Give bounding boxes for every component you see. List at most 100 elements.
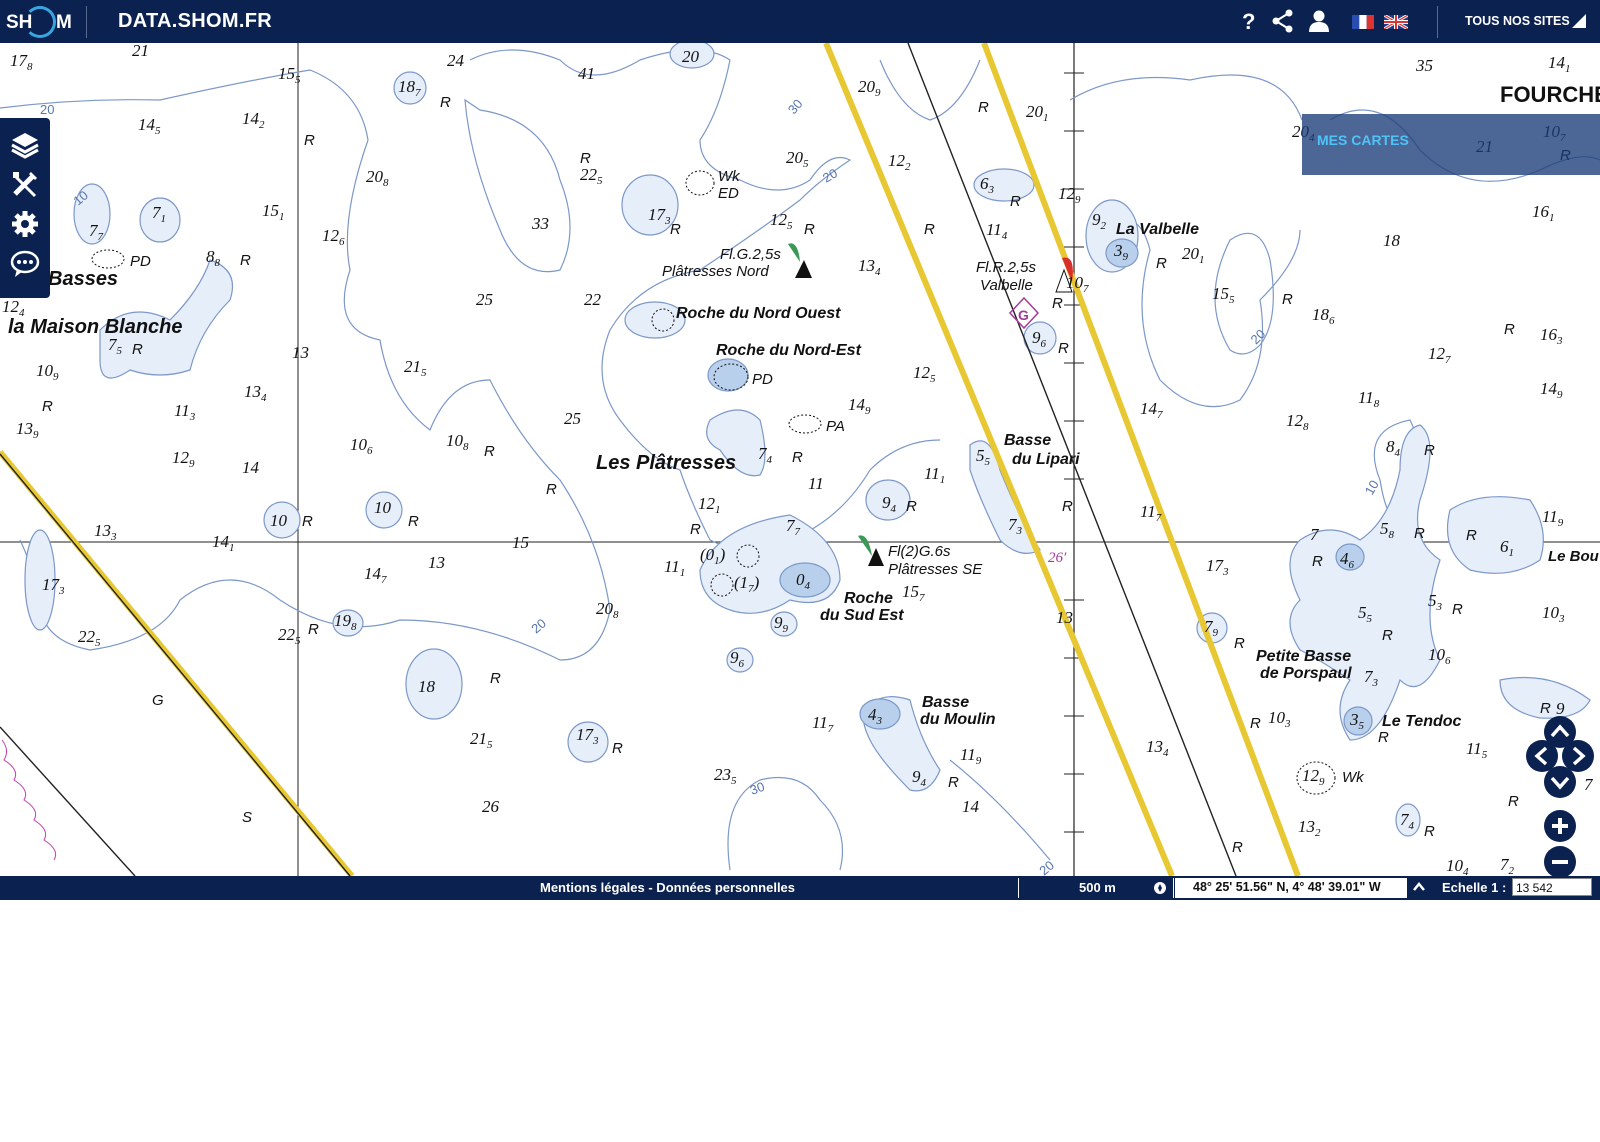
svg-text:R: R [308,621,319,638]
svg-text:122: 122 [888,151,911,173]
svg-text:10: 10 [1362,477,1382,497]
share-icon[interactable] [1270,8,1296,34]
svg-text:R: R [408,513,419,530]
svg-text:139: 139 [16,419,39,441]
svg-text:84: 84 [1386,437,1401,459]
svg-text:R: R [1062,498,1073,515]
svg-text:225: 225 [580,165,603,187]
svg-text:106: 106 [1428,645,1451,667]
svg-text:109: 109 [36,361,59,383]
svg-text:104: 104 [1446,856,1469,876]
svg-text:149: 149 [848,395,871,417]
compass-icon[interactable] [1153,881,1167,895]
pan-down-button[interactable] [1544,766,1576,803]
svg-text:208: 208 [366,167,389,189]
cable-line [0,726,136,876]
user-icon[interactable] [1306,8,1332,34]
site-title[interactable]: DATA.SHOM.FR [118,10,272,33]
my-maps-label[interactable]: MES CARTES [1317,132,1409,148]
svg-text:142: 142 [242,109,265,131]
svg-text:134: 134 [1146,737,1169,759]
svg-text:125: 125 [913,363,936,385]
svg-text:141: 141 [1548,53,1571,75]
header-divider-right [1437,6,1438,38]
svg-text:13: 13 [292,343,309,362]
tools-icon[interactable] [9,168,41,200]
chevron-up-icon[interactable] [1412,881,1426,896]
place-le-bou: Le Bou [1548,548,1599,565]
svg-text:108: 108 [446,431,469,453]
shoal-porspaul [1289,424,1441,741]
svg-text:R: R [1466,527,1477,544]
svg-text:235: 235 [714,765,737,787]
svg-text:209: 209 [858,77,881,99]
place-petite-basse-1: Petite Basse [1256,648,1351,665]
top-bar: SH M DATA.SHOM.FR ? TOUS NOS SITES [0,0,1600,43]
scale-input[interactable]: 13 542 [1512,878,1592,896]
place-la-valbelle: La Valbelle [1116,221,1199,238]
svg-text:R: R [1424,823,1435,840]
coordinates-display: 48° 25' 51.56" N, 4° 48' 39.01" W [1175,878,1407,898]
svg-text:129: 129 [1058,184,1081,206]
contour-labels: 20 10 30 20 20 10 20 30 20 [40,96,1382,876]
flag-uk-icon[interactable] [1383,13,1409,31]
all-sites-menu[interactable]: TOUS NOS SITES [1465,14,1570,28]
place-roche-sud-est-2: du Sud Est [820,607,904,624]
svg-text:R: R [1156,255,1167,272]
shom-logo[interactable]: SH M [6,6,72,38]
chat-icon[interactable] [9,248,41,280]
light-platresses-se-name: Plâtresses SE [888,561,983,578]
contour-20m-north [1069,74,1303,121]
svg-text:129: 129 [1302,766,1325,788]
svg-text:(17): (17) [734,573,760,595]
place-petite-basse-2: de Porspaul [1260,665,1352,682]
svg-text:134: 134 [858,256,881,278]
place-basse-moulin-2: du Moulin [920,711,996,728]
svg-text:30: 30 [748,779,767,798]
svg-text:?: ? [1242,9,1255,34]
legal-links[interactable]: Mentions légales - Données personnelles [540,880,795,895]
svg-text:173: 173 [1206,556,1229,578]
svg-text:20: 20 [528,616,549,637]
svg-text:20: 20 [1248,326,1269,347]
sites-triangle-icon[interactable] [1572,14,1586,33]
scale-label: Echelle 1 : [1442,880,1507,895]
svg-text:106: 106 [350,435,373,457]
svg-text:R: R [132,341,143,358]
zoom-in-button[interactable] [1544,810,1576,847]
svg-text:145: 145 [138,115,161,137]
svg-text:R: R [580,150,591,167]
svg-text:225: 225 [78,627,101,649]
place-roche-du-nord-est: Roche du Nord-Est [716,342,862,359]
svg-text:129: 129 [172,448,195,470]
annotation-pa: PA [826,418,845,435]
annotation-wk-south: Wk [1342,769,1365,786]
svg-text:18: 18 [1383,231,1401,250]
light-valbelle: Fl.R.2,5s [976,259,1037,276]
settings-icon[interactable] [9,208,41,240]
svg-text:R: R [484,443,495,460]
place-basses: Basses [48,268,118,290]
svg-text:13: 13 [1056,608,1073,627]
place-les-platresses: Les Plâtresses [596,452,736,474]
flag-fr-icon[interactable] [1352,15,1374,29]
place-le-tendoc: Le Tendoc [1382,713,1462,730]
svg-text:72: 72 [1500,855,1515,876]
annotation-pd-east: PD [752,371,773,388]
svg-text:30: 30 [785,96,806,117]
my-maps-panel[interactable]: MES CARTES [1302,114,1600,175]
svg-text:74: 74 [758,444,773,466]
layers-icon[interactable] [9,128,41,160]
svg-text:R: R [1452,601,1463,618]
svg-text:215: 215 [470,729,493,751]
svg-text:118: 118 [1358,388,1380,410]
shoal-roche-sud-est [699,514,841,614]
svg-text:125: 125 [770,210,793,232]
beacon-platresses-nord [795,260,812,278]
annotation-wk: Wk [718,168,741,185]
svg-text:R: R [490,670,501,687]
svg-text:132: 132 [1298,817,1321,839]
contour-33 [464,98,571,273]
help-icon[interactable]: ? [1236,8,1262,34]
svg-text:R: R [1234,635,1245,652]
